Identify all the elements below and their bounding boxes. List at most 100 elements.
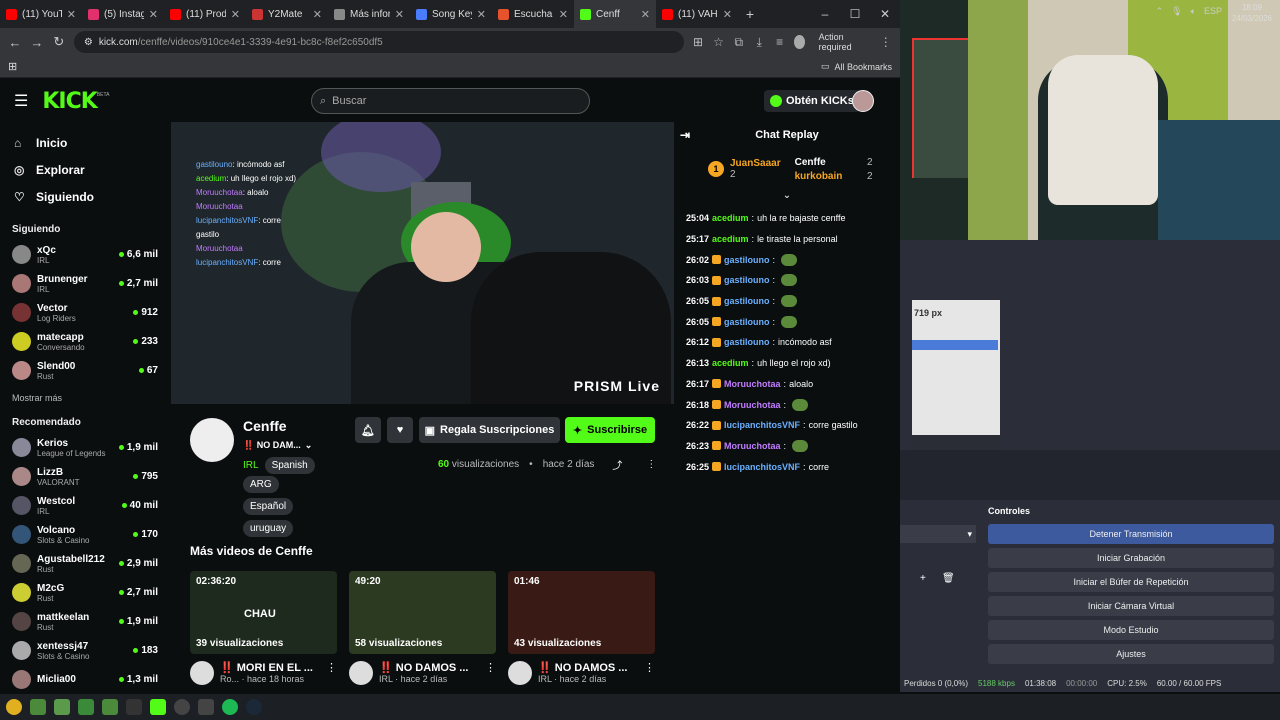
browser-tab[interactable]: Más infor ✕	[328, 0, 410, 28]
language-indicator[interactable]: ESP	[1204, 6, 1222, 17]
avatar[interactable]	[349, 661, 373, 685]
nav-compass[interactable]: ◎ Explorar	[0, 156, 170, 183]
channel-name[interactable]: Cenffe	[243, 418, 287, 434]
forward-icon[interactable]: →	[30, 35, 44, 50]
video-card[interactable]: 49:20 58 visualizaciones ‼️ NO DAMOS ... IR…	[349, 571, 496, 685]
back-icon[interactable]: ←	[8, 35, 22, 50]
close-window-icon[interactable]: ✕	[870, 7, 900, 21]
app-icon[interactable]	[198, 699, 214, 715]
chat-username[interactable]: gastilouno	[724, 296, 770, 306]
sidebar-channel[interactable]: Miclia00 1,3 mil	[0, 665, 170, 694]
show-more-link[interactable]: Mostrar más	[0, 385, 170, 411]
browser-tab[interactable]: Song Key ✕	[410, 0, 492, 28]
translate-icon[interactable]: ⊞	[692, 35, 704, 49]
video-card[interactable]: 01:46 43 visualizaciones ‼️ NO DAMOS ... IR…	[508, 571, 655, 685]
more-options-icon[interactable]: ⋮	[644, 661, 655, 685]
avatar[interactable]	[190, 661, 214, 685]
video-title[interactable]: ‼️ NO DAMOS ...	[379, 661, 479, 674]
minimize-icon[interactable]: –	[810, 7, 840, 21]
language-tag[interactable]: Spanish	[264, 457, 315, 474]
add-source-icon[interactable]: +	[920, 573, 926, 584]
stream-title[interactable]: ‼️ NO DAM... ⌄	[243, 440, 312, 451]
chat-username[interactable]: acedium	[712, 213, 749, 223]
more-options-icon[interactable]: ⋮	[485, 661, 496, 685]
chat-username[interactable]: gastilouno	[724, 255, 770, 265]
hamburger-menu-icon[interactable]: ☰	[14, 91, 28, 111]
profile-avatar[interactable]	[793, 35, 805, 49]
sidebar-channel[interactable]: LizzB VALORANT 795	[0, 462, 170, 491]
obs-control-button[interactable]: Iniciar Grabación	[988, 548, 1274, 568]
app-icon[interactable]	[54, 699, 70, 715]
subscribe-button[interactable]: ✦ Suscribirse	[565, 417, 655, 443]
browser-tab[interactable]: (11) VAH ✕	[656, 0, 738, 28]
get-kicks-button[interactable]: Obtén KICKs	[764, 90, 860, 112]
browser-tab[interactable]: Escucha ✕	[492, 0, 574, 28]
app-icon[interactable]	[30, 699, 46, 715]
video-thumbnail[interactable]: 02:36:20 39 visualizaciones CHAU	[190, 571, 337, 654]
obs-control-button[interactable]: Iniciar el Búfer de Repetición	[988, 572, 1274, 592]
video-thumbnail[interactable]: 49:20 58 visualizaciones	[349, 571, 496, 654]
site-info-icon[interactable]: ⚙	[84, 37, 93, 48]
obs-taskbar-icon[interactable]	[126, 699, 142, 715]
kick-logo[interactable]: KICK	[42, 89, 97, 114]
sidebar-channel[interactable]: Kerios League of Legends 1,9 mil	[0, 433, 170, 462]
chat-username[interactable]: gastilouno	[724, 337, 770, 347]
steam-icon[interactable]	[246, 699, 262, 715]
kick-taskbar-icon[interactable]	[150, 699, 166, 715]
close-tab-icon[interactable]: ✕	[723, 8, 732, 21]
close-tab-icon[interactable]: ✕	[149, 8, 158, 21]
gift-subs-button[interactable]: ▣ Regala Suscripciones	[419, 417, 560, 443]
chat-username[interactable]: lucipanchitosVNF	[724, 420, 800, 430]
notification-button[interactable]: 🔔︎	[355, 417, 381, 443]
chat-username[interactable]: lucipanchitosVNF	[724, 462, 800, 472]
sidebar-channel[interactable]: Brunenger IRL 2,7 mil	[0, 269, 170, 298]
close-tab-icon[interactable]: ✕	[559, 8, 568, 21]
channel-avatar[interactable]	[190, 418, 234, 462]
speaker-icon[interactable]: 🔈︎	[1191, 6, 1196, 17]
expand-leaderboard-icon[interactable]: ⌄	[674, 190, 900, 206]
sidebar-channel[interactable]: Vector Log Riders 912	[0, 298, 170, 327]
video-title[interactable]: ‼️ MORI EN EL ...	[220, 661, 320, 674]
video-thumbnail[interactable]: 01:46 43 visualizaciones	[508, 571, 655, 654]
chat-username[interactable]: acedium	[712, 234, 749, 244]
all-bookmarks-link[interactable]: All Bookmarks	[834, 62, 892, 72]
leader-name[interactable]: Cenffe	[795, 157, 826, 168]
chat-username[interactable]: gastilouno	[724, 317, 770, 327]
sidebar-channel[interactable]: Volcano Slots & Casino 170	[0, 520, 170, 549]
close-tab-icon[interactable]: ✕	[67, 8, 76, 21]
app-icon[interactable]	[102, 699, 118, 715]
sidebar-channel[interactable]: mattkeelan Rust 1,9 mil	[0, 607, 170, 636]
browser-tab[interactable]: (11) YouT ✕	[0, 0, 82, 28]
chat-username[interactable]: Moruuchotaa	[724, 379, 781, 389]
taskbar-clock[interactable]: 18:09 24/03/2026	[1232, 2, 1272, 24]
sidebar-channel[interactable]: Agustabell212 Rust 2,9 mil	[0, 549, 170, 578]
obs-studio-taskbar-icon[interactable]	[174, 699, 190, 715]
more-options-icon[interactable]: ⋮	[326, 661, 337, 685]
new-tab-icon[interactable]: +	[738, 6, 762, 22]
chat-username[interactable]: acedium	[712, 358, 749, 368]
chat-username[interactable]: Moruuchotaa	[724, 400, 781, 410]
obs-control-button[interactable]: Modo Estudio	[988, 620, 1274, 640]
video-card[interactable]: 02:36:20 39 visualizaciones CHAU ‼️ MORI EN…	[190, 571, 337, 685]
close-tab-icon[interactable]: ✕	[395, 8, 404, 21]
leader-name[interactable]: JuanSaaar	[730, 158, 781, 169]
more-options-icon[interactable]: ⋮	[646, 459, 656, 470]
user-avatar[interactable]	[852, 90, 874, 112]
apps-grid-icon[interactable]: ⊞	[8, 60, 17, 73]
close-tab-icon[interactable]: ✕	[477, 8, 486, 21]
extensions-icon[interactable]: ⧉	[733, 35, 745, 50]
close-tab-icon[interactable]: ✕	[313, 8, 322, 21]
maximize-icon[interactable]: ☐	[840, 7, 870, 21]
video-title[interactable]: ‼️ NO DAMOS ...	[538, 661, 638, 674]
spotify-icon[interactable]	[222, 699, 238, 715]
nav-heart[interactable]: ♡ Siguiendo	[0, 183, 170, 210]
obs-control-button[interactable]: Ajustes	[988, 644, 1274, 664]
chevron-down-icon[interactable]: ⌄	[305, 440, 313, 451]
action-required-button[interactable]: Action required	[812, 32, 872, 52]
browser-tab[interactable]: Cenff ✕	[574, 0, 656, 28]
dropdown-arrow-icon[interactable]: ▾	[967, 529, 972, 540]
chevron-up-icon[interactable]: ⌃	[1156, 6, 1164, 17]
sidebar-channel[interactable]: matecapp Conversando 233	[0, 327, 170, 356]
mic-icon[interactable]: 🎙︎	[1171, 6, 1182, 17]
tag-pill[interactable]: uruguay	[243, 520, 294, 537]
